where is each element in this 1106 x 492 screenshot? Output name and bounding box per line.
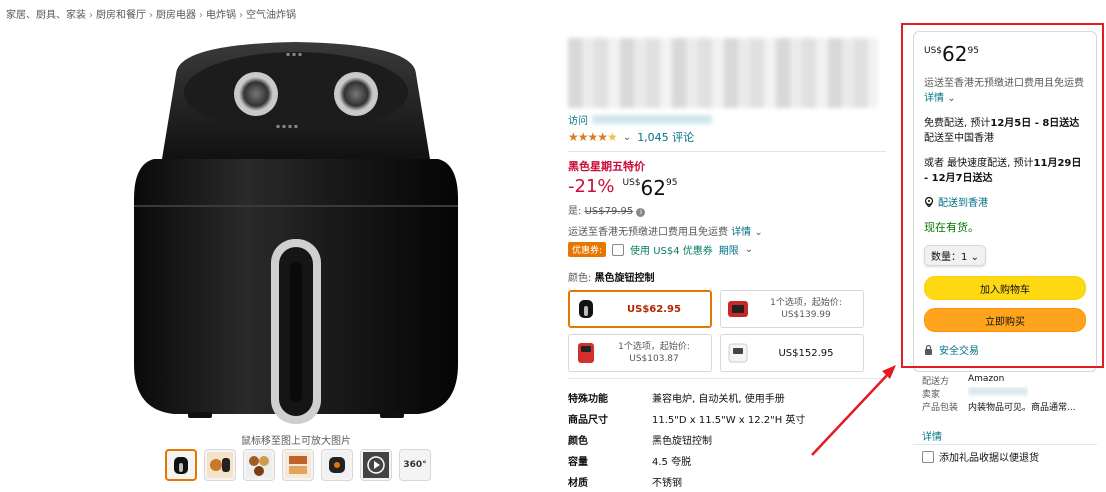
price-whole: 62	[640, 176, 666, 200]
air-fryer-image: ▪ ▪ ▪ ▪ ▪ ▪ ▪	[134, 42, 458, 424]
product-details: 访问 ★★★★★ ⌄ 1,045 评论 黑色星期五特价 -21% US$ 62 …	[568, 38, 888, 492]
list-price: 是: US$79.95 i	[568, 202, 888, 217]
list-price-value: US$79.95	[584, 206, 634, 217]
info-icon[interactable]: i	[636, 208, 646, 217]
svg-text:▪ ▪ ▪: ▪ ▪ ▪	[286, 51, 302, 58]
divider	[913, 444, 1097, 445]
store-link-prefix[interactable]: 访问	[568, 112, 588, 127]
coupon-row: 优惠券: 使用 US$4 优惠券 期限 ⌄	[568, 242, 888, 257]
coupon-checkbox[interactable]	[612, 243, 625, 256]
price-fraction: 95	[666, 178, 678, 188]
play-icon	[363, 452, 389, 478]
chevron-down-icon[interactable]: ⌄	[745, 244, 753, 255]
coupon-text: 使用 US$4 优惠券	[630, 246, 713, 257]
shipping-text: 运送至香港无预缴进口费用且免运费	[568, 227, 728, 238]
variant-option[interactable]: US$62.95	[568, 290, 712, 328]
breadcrumb-item[interactable]: 厨房电器	[156, 10, 196, 21]
product-title-blurred	[568, 38, 878, 108]
breadcrumb-item[interactable]: 电炸锅	[206, 10, 236, 21]
discount-percent: -21%	[568, 176, 615, 197]
star-rating-icon[interactable]: ★★★★★	[568, 130, 618, 144]
feature-image-icon	[324, 452, 350, 478]
variant-options-text: 1个选项，起始价: US$103.87	[618, 342, 690, 364]
thumbnail[interactable]	[243, 449, 275, 481]
variant-option[interactable]: 1个选项，起始价: US$139.99	[720, 290, 864, 328]
seller-info: 配送方 Amazon 卖家 产品包装 内装物品可见。商品通常...	[922, 374, 1076, 413]
store-link[interactable]: 访问	[568, 112, 888, 127]
food-image-icon	[285, 452, 311, 478]
variant-price: US$62.95	[627, 303, 681, 315]
details-link[interactable]: 详情	[922, 428, 942, 443]
spec-row: 容量 4.5 夸脱	[568, 457, 692, 468]
variant-price: US$152.95	[778, 347, 834, 359]
color-label: 颜色:	[568, 273, 592, 284]
variant-options-text: 1个选项，起始价: US$139.99	[770, 298, 842, 320]
review-count-link[interactable]: 1,045 评论	[637, 129, 694, 145]
thumbnail-360[interactable]: 360°	[399, 449, 431, 481]
spec-row: 颜色 黑色旋钮控制	[568, 436, 712, 447]
spec-row: 特殊功能 兼容电炉, 自动关机, 使用手册	[568, 394, 785, 405]
spec-row: 商品尺寸 11.5"D x 11.5"W x 12.2"H 英寸	[568, 415, 806, 426]
list-price-label: 是:	[568, 206, 582, 217]
rotate-360-icon: 360°	[403, 460, 427, 470]
svg-text:▪ ▪ ▪ ▪: ▪ ▪ ▪ ▪	[276, 123, 298, 130]
specs-table: 特殊功能 兼容电炉, 自动关机, 使用手册 商品尺寸 11.5"D x 11.5"W…	[568, 387, 888, 492]
zoom-hint: 鼠标移至图上可放大图片	[241, 436, 351, 447]
main-product-image[interactable]: ▪ ▪ ▪ ▪ ▪ ▪ ▪	[38, 34, 554, 432]
variant-thumbnail	[727, 295, 749, 323]
variant-thumbnail	[575, 295, 597, 323]
thumbnail[interactable]	[282, 449, 314, 481]
food-image-icon	[207, 452, 233, 478]
thumbnail[interactable]	[204, 449, 236, 481]
variant-thumbnail	[575, 339, 597, 367]
variant-grid: US$62.95 1个选项，起始价: US$139.99 1个选项，起始价: US$…	[568, 290, 888, 372]
breadcrumb-item[interactable]: 厨房和餐厅	[96, 10, 146, 21]
rating-row: ★★★★★ ⌄ 1,045 评论	[568, 129, 888, 145]
video-thumbnail[interactable]	[360, 449, 392, 481]
price-row: -21% US$ 62 95	[568, 176, 888, 200]
color-value: 黑色旋钮控制	[594, 273, 655, 284]
variant-option[interactable]: US$152.95	[720, 334, 864, 372]
variant-thumbnail	[727, 339, 749, 367]
store-name-blurred	[592, 115, 712, 124]
variant-option[interactable]: 1个选项，起始价: US$103.87	[568, 334, 712, 372]
divider	[568, 151, 886, 152]
thumbnail[interactable]	[165, 449, 197, 481]
coupon-badge: 优惠券:	[568, 242, 607, 257]
food-image-icon	[246, 452, 272, 478]
gift-checkbox[interactable]	[922, 450, 934, 463]
price-currency: US$	[622, 178, 641, 188]
coupon-terms-link[interactable]: 期限	[719, 242, 739, 257]
gift-receipt-option[interactable]: 添加礼品收据以便退货	[922, 449, 1039, 464]
breadcrumb: 家居、厨具、家装 › 厨房和餐厅 › 厨房电器 › 电炸锅 › 空气油炸锅	[6, 10, 296, 21]
seller-name-blurred	[968, 387, 1028, 395]
thumbnail[interactable]	[321, 449, 353, 481]
thumbnail-strip: 360°	[165, 449, 431, 481]
breadcrumb-item[interactable]: 家居、厨具、家装	[6, 10, 86, 21]
shipping-details-link[interactable]: 详情	[731, 227, 751, 238]
shipping-info: 运送至香港无预缴进口费用且免运费 详情 ⌄	[568, 223, 888, 238]
spec-row: 材质 不锈钢	[568, 478, 682, 489]
breadcrumb-item[interactable]: 空气油炸锅	[246, 10, 296, 21]
divider	[568, 378, 886, 379]
air-fryer-icon	[174, 457, 188, 474]
highlight-box	[901, 23, 1104, 368]
deal-label: 黑色星期五特价	[568, 160, 645, 173]
chevron-down-icon[interactable]: ⌄	[623, 132, 631, 143]
chevron-down-icon[interactable]: ⌄	[754, 227, 762, 238]
color-selector-label: 颜色: 黑色旋钮控制	[568, 269, 888, 284]
